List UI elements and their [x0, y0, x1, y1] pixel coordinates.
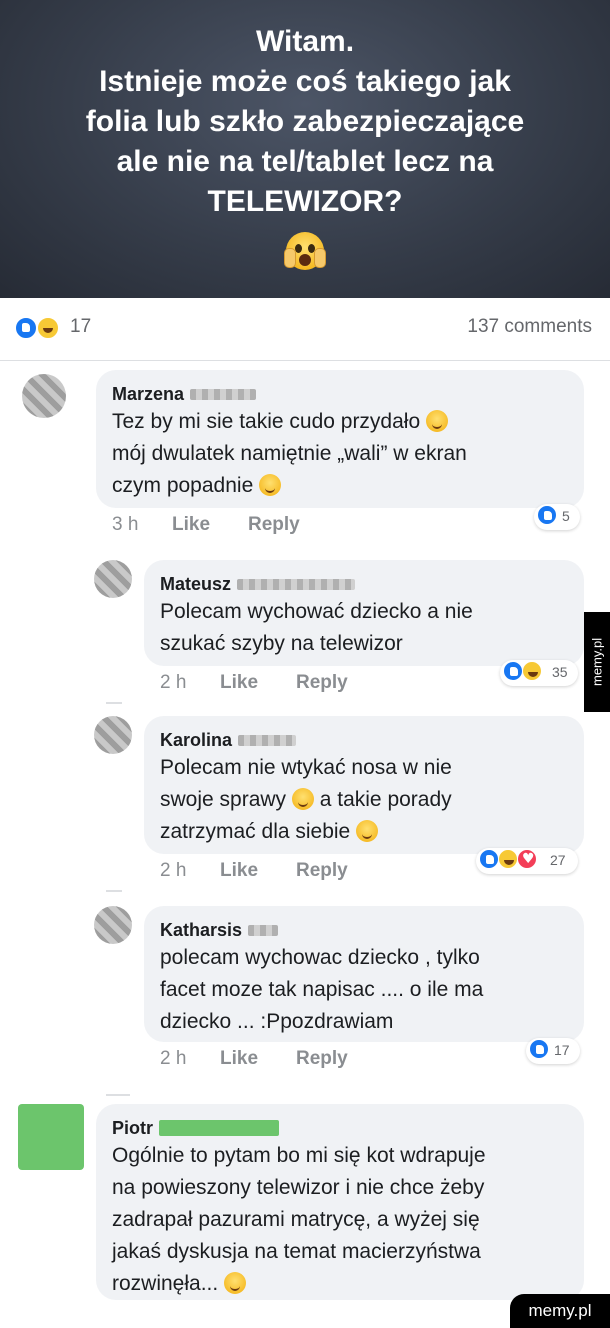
like-reaction-icon — [529, 1039, 549, 1059]
thread-divider — [106, 702, 122, 704]
comment-text-line: zatrzymać dla siebie — [160, 816, 568, 848]
comment-author[interactable]: Marzena — [112, 382, 568, 406]
comment-author[interactable]: Piotr — [112, 1116, 568, 1140]
reaction-badge-count: 5 — [562, 508, 570, 524]
avatar[interactable] — [18, 1104, 84, 1170]
reaction-badge[interactable]: 5 — [534, 504, 580, 530]
comment-actions: 2 h Like Reply — [160, 860, 348, 882]
like-reaction-icon — [479, 849, 499, 869]
thread-divider — [106, 1094, 130, 1096]
reaction-summary-bar: 17 137 comments — [0, 298, 610, 361]
comment-actions: 2 h Like Reply — [160, 1048, 348, 1070]
smiling-face-icon — [224, 1272, 247, 1294]
comment-text-line: Ogólnie to pytam bo mi się kot wdrapuje — [112, 1144, 486, 1167]
like-button[interactable]: Like — [172, 514, 248, 536]
post-text-line: ale nie na tel/tablet lecz na — [116, 145, 494, 178]
like-button[interactable]: Like — [220, 1048, 296, 1070]
comment-text-line: szukać szyby na telewizor — [160, 632, 403, 655]
comment-text-line: jakaś dyskusja na temat macierzyństwa — [112, 1240, 481, 1263]
reaction-badge[interactable]: 35 — [500, 660, 578, 686]
tongue-face-icon — [259, 474, 282, 496]
blurred-surname — [238, 734, 297, 746]
comment-text-line: Tez by mi sie takie cudo przydało — [112, 406, 568, 438]
reply-button[interactable]: Reply — [296, 1048, 348, 1070]
blurred-surname — [159, 1120, 280, 1136]
post-text-line: folia lub szkło zabezpieczające — [85, 105, 525, 138]
comment-timestamp[interactable]: 2 h — [160, 860, 220, 882]
post-text-line: TELEWIZOR? — [207, 185, 403, 218]
comment-text-line: na powieszony telewizor i nie chce żeby — [112, 1176, 485, 1199]
like-button[interactable]: Like — [220, 672, 296, 694]
avatar[interactable] — [94, 560, 132, 598]
post-text-line: Witam. — [255, 25, 355, 58]
winking-face-icon — [425, 410, 448, 432]
love-reaction-icon — [517, 849, 537, 869]
reply-button[interactable]: Reply — [296, 860, 348, 882]
comment-bubble: Katharsis polecam wychowac dziecko , tyl… — [144, 906, 584, 1042]
comment-bubble: Piotr Ogólnie to pytam bo mi się kot wdr… — [96, 1104, 584, 1300]
comment-author[interactable]: Katharsis — [160, 918, 568, 942]
haha-reaction-icon — [498, 849, 518, 869]
comment-bubble: Mateusz Polecam wychować dziecko a nie s… — [144, 560, 584, 666]
like-reaction-icon[interactable] — [14, 316, 38, 340]
haha-reaction-icon — [522, 661, 542, 681]
comment-timestamp[interactable]: 2 h — [160, 1048, 220, 1070]
comment-text-line: dziecko ... :Ppozdrawiam — [160, 1010, 394, 1033]
comment-text-line: polecam wychowac dziecko , tylko — [160, 946, 480, 969]
smiling-face-icon — [291, 788, 314, 810]
comment-timestamp[interactable]: 2 h — [160, 672, 220, 694]
like-reaction-icon — [503, 661, 523, 681]
like-reaction-icon — [537, 505, 557, 525]
reply-button[interactable]: Reply — [248, 514, 300, 536]
comment-author[interactable]: Karolina — [160, 728, 568, 752]
blurred-surname — [190, 388, 257, 400]
reaction-count[interactable]: 17 — [70, 316, 91, 338]
avatar[interactable] — [94, 906, 132, 944]
reply-button[interactable]: Reply — [296, 672, 348, 694]
comment-text-line: Polecam wychować dziecko a nie — [160, 600, 473, 623]
thread-divider — [106, 890, 122, 892]
reaction-badge-count: 35 — [552, 664, 568, 680]
reaction-badge[interactable]: 27 — [476, 848, 578, 874]
comment-actions: 2 h Like Reply — [160, 672, 348, 694]
reaction-badge-count: 27 — [550, 852, 566, 868]
haha-reaction-icon[interactable] — [36, 316, 60, 340]
avatar[interactable] — [94, 716, 132, 754]
reaction-badge-count: 17 — [554, 1042, 570, 1058]
blurred-surname — [248, 924, 279, 936]
avatar[interactable] — [22, 374, 66, 418]
comments-count-link[interactable]: 137 comments — [467, 316, 592, 338]
comment-timestamp[interactable]: 3 h — [112, 514, 172, 536]
screaming-face-icon — [284, 232, 326, 270]
post-text-line: Istnieje może coś takiego jak — [99, 65, 511, 98]
winking-face-icon — [356, 820, 379, 842]
comment-text-line: facet moze tak napisac .... o ile ma — [160, 978, 484, 1001]
corner-watermark: memy.pl — [510, 1294, 610, 1328]
comment-actions: 3 h Like Reply — [112, 514, 300, 536]
comment-text-line: rozwinęła... — [112, 1268, 568, 1300]
comment-text-line: czym popadnie — [112, 470, 568, 502]
comment-bubble: Marzena Tez by mi sie takie cudo przydał… — [96, 370, 584, 508]
comment-text-line: swoje sprawy a takie porady — [160, 788, 452, 811]
like-button[interactable]: Like — [220, 860, 296, 882]
comment-bubble: Karolina Polecam nie wtykać nosa w nie s… — [144, 716, 584, 854]
comment-author[interactable]: Mateusz — [160, 572, 568, 596]
comment-text-line: Polecam nie wtykać nosa w nie — [160, 756, 452, 779]
reaction-badge[interactable]: 17 — [526, 1038, 580, 1064]
comment-text-line: mój dwulatek namiętnie „wali” w ekran — [112, 442, 467, 465]
post-header: Witam. Istnieje może coś takiego jak fol… — [0, 0, 610, 298]
side-watermark: memy.pl — [584, 612, 610, 712]
blurred-surname — [237, 578, 356, 590]
comment-text-line: zadrapał pazurami matrycę, a wyżej się — [112, 1208, 480, 1231]
